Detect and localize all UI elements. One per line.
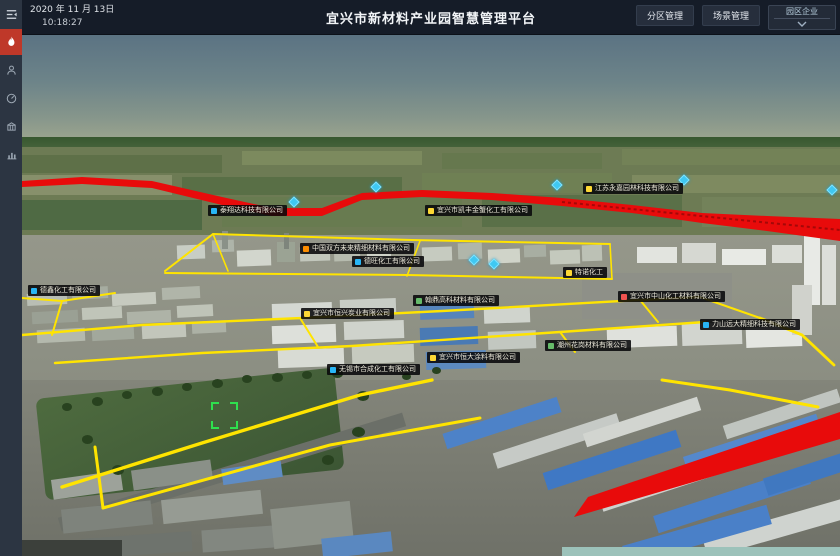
- company-label[interactable]: 无锡市合成化工有限公司: [327, 364, 420, 375]
- company-label[interactable]: 宜兴市凯丰金蟹化工有限公司: [425, 205, 532, 216]
- company-label[interactable]: 力山远大精细科技有限公司: [700, 319, 800, 330]
- sidebar-item-fire-monitor[interactable]: [0, 29, 22, 55]
- selection-brackets: [211, 402, 238, 429]
- app-window: 2020 年 11 月 13日 10:18:27 宜兴市新材料产业园智慧管理平台…: [0, 0, 840, 556]
- sidebar: [0, 0, 22, 556]
- sidebar-item-personnel[interactable]: [0, 59, 22, 81]
- map-3d-view[interactable]: 泰翔达科技有限公司 宜兴市凯丰金蟹化工有限公司 江苏永嘉园林科技有限公司中国双方未来…: [22, 35, 840, 556]
- sidebar-item-statistics[interactable]: [0, 143, 22, 165]
- company-marker-icon: [703, 322, 709, 328]
- company-label[interactable]: 宜兴市恒大涂料有限公司: [427, 352, 520, 363]
- chevron-down-icon: [797, 21, 807, 27]
- company-name: 德鑫化工有限公司: [40, 287, 96, 294]
- company-marker-icon: [416, 298, 422, 304]
- company-name: 中国双方未来精细材料有限公司: [312, 245, 410, 252]
- gauge-icon: [5, 92, 18, 105]
- company-name: 宜兴市凯丰金蟹化工有限公司: [437, 207, 528, 214]
- factory-icon: [5, 120, 18, 133]
- company-name: 德旺化工有限公司: [364, 258, 420, 265]
- company-marker-icon: [430, 355, 436, 361]
- company-name: 特诺化工: [575, 269, 603, 276]
- company-marker-icon: [548, 343, 554, 349]
- zone-management-button[interactable]: 分区管理: [636, 5, 694, 26]
- company-name: 江苏永嘉园林科技有限公司: [595, 185, 679, 192]
- company-marker-icon: [428, 208, 434, 214]
- topbar-actions: 分区管理场景管理 园区企业: [636, 5, 836, 30]
- company-label[interactable]: 江苏永嘉园林科技有限公司: [583, 183, 683, 194]
- company-label[interactable]: 宜兴市中山化工材料有限公司: [618, 291, 725, 302]
- red-road-foreground: [574, 412, 840, 517]
- company-marker-icon: [566, 270, 572, 276]
- company-name: 宜兴市恒兴炭业有限公司: [313, 310, 390, 317]
- company-marker-icon: [303, 246, 309, 252]
- company-label[interactable]: 翰鼎高科材料有限公司: [413, 295, 499, 306]
- topbar: 2020 年 11 月 13日 10:18:27 宜兴市新材料产业园智慧管理平台…: [22, 0, 840, 35]
- company-label[interactable]: 德旺化工有限公司: [352, 256, 424, 267]
- company-marker-icon: [621, 294, 627, 300]
- company-name: 泰翔达科技有限公司: [220, 207, 283, 214]
- company-marker-icon: [304, 311, 310, 317]
- company-name: 宜兴市中山化工材料有限公司: [630, 293, 721, 300]
- company-label[interactable]: 中国双方未来精细材料有限公司: [300, 243, 414, 254]
- scene-management-button[interactable]: 场景管理: [702, 5, 760, 26]
- sidebar-item-gauge-monitor[interactable]: [0, 87, 22, 109]
- company-label[interactable]: 特诺化工: [563, 267, 607, 278]
- company-marker-icon: [355, 259, 361, 265]
- company-marker-icon: [330, 367, 336, 373]
- flame-icon: [5, 35, 18, 49]
- company-marker-icon: [586, 186, 592, 192]
- company-marker-icon: [31, 288, 37, 294]
- company-label[interactable]: 潮州花岗材料有限公司: [545, 340, 631, 351]
- company-label[interactable]: 德鑫化工有限公司: [28, 285, 100, 296]
- person-icon: [5, 64, 18, 77]
- menu-fold-icon: [4, 7, 19, 22]
- sidebar-item-enterprises[interactable]: [0, 115, 22, 137]
- company-name: 宜兴市恒大涂料有限公司: [439, 354, 516, 361]
- company-marker-icon: [211, 208, 217, 214]
- company-name: 力山远大精细科技有限公司: [712, 321, 796, 328]
- company-label[interactable]: 泰翔达科技有限公司: [208, 205, 287, 216]
- park-enterprises-dropdown[interactable]: 园区企业: [768, 5, 836, 30]
- company-label[interactable]: 宜兴市恒兴炭业有限公司: [301, 308, 394, 319]
- sidebar-item-menu[interactable]: [0, 3, 22, 25]
- bar-chart-icon: [5, 148, 18, 161]
- company-name: 翰鼎高科材料有限公司: [425, 297, 495, 304]
- dropdown-value: 园区企业: [774, 6, 830, 19]
- company-name: 潮州花岗材料有限公司: [557, 342, 627, 349]
- company-name: 无锡市合成化工有限公司: [339, 366, 416, 373]
